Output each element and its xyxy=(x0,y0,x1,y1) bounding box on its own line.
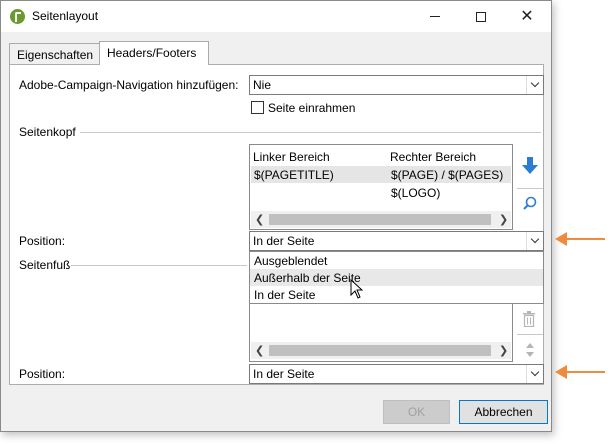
annotation-arrow-footer-position xyxy=(555,365,605,379)
mouse-cursor-icon xyxy=(350,279,363,299)
header-column-right[interactable]: Rechter Bereich xyxy=(390,150,476,164)
chevron-down-icon xyxy=(530,78,540,88)
dropdown-option-in-page[interactable]: In der Seite xyxy=(250,286,543,303)
navigation-select-value: Nie xyxy=(253,78,272,92)
position-dropdown-list[interactable]: Ausgeblendet Außerhalb der Seite In der … xyxy=(249,251,544,304)
move-down-icon[interactable] xyxy=(522,157,538,175)
cancel-button[interactable]: Abbrechen xyxy=(459,400,548,424)
maximize-icon xyxy=(476,11,486,22)
footer-table[interactable]: ❮ ❯ xyxy=(249,304,513,362)
page-layout-dialog: Seitenlayout ✕ Eigenschaften Headers/Foo… xyxy=(0,0,552,432)
footer-position-value: In der Seite xyxy=(253,367,315,381)
icon-separator xyxy=(517,188,543,189)
minimize-icon xyxy=(430,16,440,17)
move-updown-icon[interactable] xyxy=(525,342,535,358)
footer-position-dropdown-button[interactable] xyxy=(526,365,543,383)
delete-icon[interactable] xyxy=(522,311,536,327)
zoom-icon[interactable] xyxy=(523,196,537,210)
annotation-arrow-header-position xyxy=(555,232,605,246)
app-logo-icon xyxy=(10,9,25,24)
minimize-button[interactable] xyxy=(412,1,458,32)
chevron-down-icon xyxy=(530,367,540,377)
window-title: Seitenlayout xyxy=(32,9,99,23)
header-position-label: Position: xyxy=(19,234,66,248)
header-group-divider xyxy=(80,132,541,133)
title-bar: Seitenlayout ✕ xyxy=(1,1,551,32)
header-group-label: Seitenkopf xyxy=(19,125,76,139)
table-cell: $(PAGE) / $(PAGES) xyxy=(391,168,504,182)
scrollbar-thumb[interactable] xyxy=(269,214,491,225)
dropdown-option-hidden[interactable]: Ausgeblendet xyxy=(250,252,543,269)
tab-headers-footers[interactable]: Headers/Footers xyxy=(99,41,209,65)
dropdown-option-outside-page[interactable]: Außerhalb der Seite xyxy=(250,269,543,286)
footer-position-select[interactable]: In der Seite xyxy=(249,364,544,384)
footer-group-label: Seitenfuß xyxy=(19,258,71,272)
header-position-value: In der Seite xyxy=(253,234,315,248)
scrollbar-thumb[interactable] xyxy=(269,345,491,356)
tab-eigenschaften[interactable]: Eigenschaften xyxy=(9,43,100,65)
navigation-dropdown-button[interactable] xyxy=(526,76,543,94)
header-position-dropdown-button[interactable] xyxy=(526,232,543,250)
footer-table-scrollbar[interactable]: ❮ ❯ xyxy=(251,342,511,359)
table-cell: $(LOGO) xyxy=(391,186,441,200)
footer-position-label: Position: xyxy=(19,367,66,381)
scroll-right-icon[interactable]: ❯ xyxy=(499,344,508,357)
header-column-left[interactable]: Linker Bereich xyxy=(253,150,330,164)
header-table[interactable]: Linker Bereich Rechter Bereich $(PAGETIT… xyxy=(249,144,513,230)
scroll-left-icon[interactable]: ❮ xyxy=(255,344,264,357)
navigation-select[interactable]: Nie xyxy=(249,75,544,95)
maximize-button[interactable] xyxy=(458,1,504,32)
scroll-right-icon[interactable]: ❯ xyxy=(499,213,508,226)
icon-separator xyxy=(517,334,543,335)
frame-page-checkbox[interactable] xyxy=(251,101,264,114)
close-icon: ✕ xyxy=(520,7,534,25)
header-position-select[interactable]: In der Seite xyxy=(249,231,544,251)
ok-button[interactable]: OK xyxy=(383,400,450,424)
chevron-down-icon xyxy=(530,234,540,244)
close-button[interactable]: ✕ xyxy=(504,1,550,32)
frame-page-label: Seite einrahmen xyxy=(268,101,356,115)
header-table-scrollbar[interactable]: ❮ ❯ xyxy=(251,211,511,228)
table-cell: $(PAGETITLE) xyxy=(254,168,334,182)
scroll-left-icon[interactable]: ❮ xyxy=(255,213,264,226)
footer-group-divider xyxy=(71,265,247,266)
navigation-label: Adobe-Campaign-Navigation hinzufügen: xyxy=(19,78,239,92)
